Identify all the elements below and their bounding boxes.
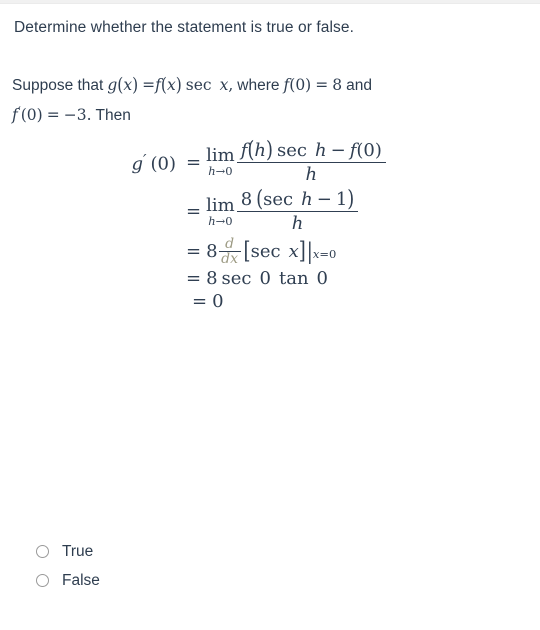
value-eight: 8 [206,241,218,263]
lparen: ( [160,73,167,96]
option-label-true: True [62,542,94,560]
derivative-numerator: d [225,235,235,252]
result-zero: 0 [212,291,224,312]
f-prime-argument: (0) [20,105,43,124]
h-variable: h [301,189,313,211]
derivation-line-2: = lim h→0 8 (sec h −1) h [0,186,540,235]
value-eight: 8 [240,189,253,211]
rbracket: ] [298,238,306,266]
fraction-numerator: f(h) sec h − f(0) [237,137,386,164]
lparen: ( [247,137,255,164]
f-argument-zero: (0) [356,140,382,161]
option-false[interactable]: False [36,566,336,595]
derivation-rhs: = 0 [186,291,224,312]
value-one: 1 [335,189,348,211]
lparen: ( [117,73,124,96]
derivation-line-4: = 8 sec 0 tan 0 [0,268,540,289]
radio-button-false[interactable] [36,574,49,587]
lim-sub-arrow: →0 [215,213,233,228]
fraction: f(h) sec h − f(0) h [236,137,386,186]
equals-sign: = [186,201,202,223]
derivation-lhs: g′ (0) [0,151,186,175]
derivation-rhs: = 8 d dx [sec x] | x=0 [186,235,337,268]
lim-label: lim [206,145,235,167]
prime-symbol: ′ [143,150,147,169]
where-word: where [237,77,280,94]
minus-sign: − [330,140,346,161]
lim-subscript: h→0 [208,213,233,228]
radio-button-true[interactable] [36,545,49,558]
eval-equals-zero: =0 [319,247,337,262]
equals-sign: = [186,268,202,289]
tan-argument-zero: 0 [316,268,328,289]
vertical-bar: | [306,238,313,265]
g-variable: g [131,153,144,175]
sec-operator: sec [250,241,281,263]
evaluation-subscript: x=0 [313,247,336,262]
page-title: Determine whether the statement is true … [14,19,355,36]
derivative-denominator: dx [221,251,238,268]
derivation-line-1: g′ (0) = lim h→0 f(h) sec h − f(0) h [0,137,540,186]
lim-sub-variable: h [208,164,216,179]
lim-label: lim [206,194,235,216]
question-page: Determine whether the statement is true … [0,4,540,630]
lparen: ( [256,186,264,213]
rparen: ) [132,73,139,96]
value-eight: 8 [332,76,343,94]
tan-operator: tan [278,268,309,289]
g-prime-argument: (0) [150,153,177,175]
minus-sign: − [316,189,332,211]
then-word: Then [95,106,131,124]
f-argument-zero: (0) [289,76,312,94]
rparen: ) [265,137,274,164]
x-variable: x [166,76,176,94]
derivative-operator: d dx [218,235,241,268]
equals-sign: = [192,291,208,312]
equals-sign: = [46,105,60,124]
g-variable: g [107,76,118,94]
sec-operator: sec [221,268,252,289]
lim-subscript: h→0 [208,166,232,178]
answer-options: True False [36,537,336,595]
value-eight: 8 [206,268,218,289]
equals-sign: = [315,76,329,94]
h-variable: h [315,140,327,161]
sec-argument-zero: 0 [259,268,271,289]
equals-sign: = [186,152,202,174]
fraction-numerator: 8 (sec h −1) [237,186,359,213]
option-true[interactable]: True [36,537,336,566]
lim-sub-arrow: →0 [215,164,233,179]
x-variable: x [288,241,299,263]
f-variable: f [240,140,248,161]
supposition-lead: Suppose that [12,77,104,94]
supposition-paragraph: Suppose that g(x) =f(x) sec x, where f(0) = 8 and… [12,72,526,129]
comma: , [228,76,234,94]
option-label-false: False [62,571,100,589]
h-variable: h [254,140,266,161]
sec-operator: sec [185,76,212,94]
derivation-rhs: = lim h→0 f(h) sec h − f(0) h [186,137,386,186]
lbracket: [ [243,238,251,266]
fraction-denominator: h [291,213,304,235]
x-variable: x [123,76,133,94]
limit-operator: lim h→0 [206,147,235,178]
rparen: ) [175,73,182,96]
derivation-line-5: = 0 [0,291,540,312]
value-minus-three: −3. [63,105,92,124]
sec-operator: sec [277,140,307,161]
fraction-denominator: h [305,164,318,186]
lim-sub-variable: h [208,213,216,228]
sec-operator: sec [263,189,294,211]
rparen: ) [347,186,355,213]
and-word: and [346,77,372,94]
derivation-block: g′ (0) = lim h→0 f(h) sec h − f(0) h = l… [0,137,540,312]
derivation-rhs: = 8 sec 0 tan 0 [186,268,328,289]
equals-sign: = [186,241,202,263]
derivation-line-3: = 8 d dx [sec x] | x=0 [0,235,540,268]
derivation-rhs: = lim h→0 8 (sec h −1) h [186,186,359,235]
limit-operator: lim h→0 [206,194,235,228]
fraction: 8 (sec h −1) h [236,186,359,235]
equals-sign: = [142,76,156,94]
evaluation-bar: | x=0 [306,238,337,265]
